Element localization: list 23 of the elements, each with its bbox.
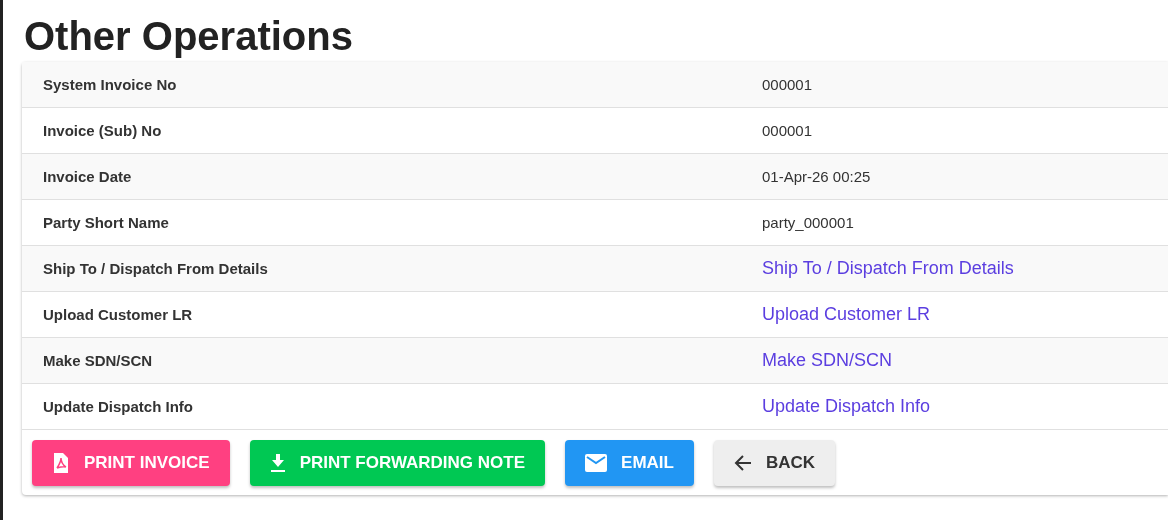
field-label: Upload Customer LR xyxy=(42,306,194,323)
field-label: Make SDN/SCN xyxy=(42,352,154,369)
envelope-icon xyxy=(585,454,608,472)
field-label: Invoice (Sub) No xyxy=(42,122,163,139)
download-icon xyxy=(269,454,286,472)
action-link[interactable]: Upload Customer LR xyxy=(762,304,1168,325)
field-value: 000001 xyxy=(762,122,814,139)
back-button[interactable]: BACK xyxy=(713,440,836,486)
field-label: Invoice Date xyxy=(42,168,133,185)
action-link[interactable]: Update Dispatch Info xyxy=(762,396,1168,417)
field-label: Update Dispatch Info xyxy=(42,398,194,415)
field-value: 01-Apr-26 00:25 xyxy=(762,168,872,185)
field-value: 000001 xyxy=(762,76,814,93)
action-link[interactable]: Ship To / Dispatch From Details xyxy=(762,258,1168,279)
page-title: Other Operations xyxy=(23,13,354,60)
field-label: Ship To / Dispatch From Details xyxy=(42,260,269,277)
pdf-file-icon xyxy=(52,453,70,473)
field-value: party_000001 xyxy=(762,214,855,231)
back-arrow-icon xyxy=(733,455,752,471)
action-link[interactable]: Make SDN/SCN xyxy=(762,350,1168,371)
field-label: Party Short Name xyxy=(42,214,170,231)
pdf-button[interactable]: PRINT INVOICE xyxy=(32,440,230,486)
field-label: System Invoice No xyxy=(42,76,178,93)
